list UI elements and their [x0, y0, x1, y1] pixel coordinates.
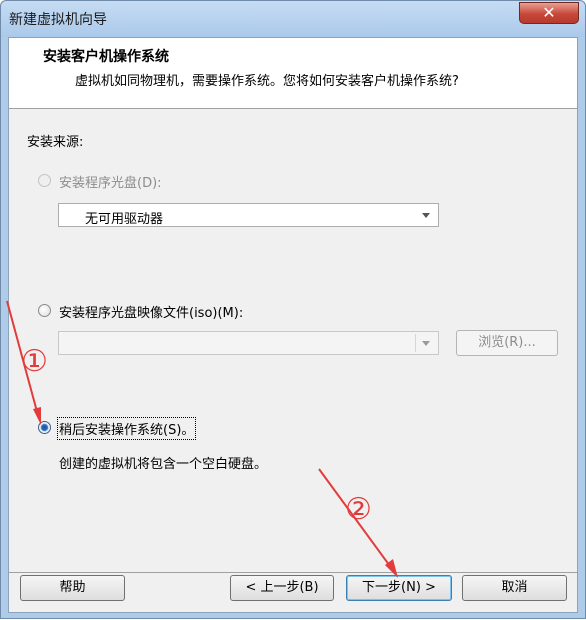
footer-divider	[9, 572, 577, 573]
wizard-header: 安装客户机操作系统 虚拟机如同物理机，需要操作系统。您将如何安装客户机操作系统?	[9, 38, 577, 109]
wizard-window: 新建虚拟机向导 ✕ 安装客户机操作系统 虚拟机如同物理机，需要操作系统。您将如何…	[0, 0, 586, 619]
install-later-note: 创建的虚拟机将包含一个空白硬盘。	[59, 457, 268, 472]
close-icon: ✕	[542, 3, 556, 22]
cancel-button[interactable]: 取消	[462, 575, 567, 601]
disc-radio[interactable]	[38, 174, 51, 187]
back-button[interactable]: < 上一步(B)	[230, 575, 334, 601]
combo-separator	[415, 334, 416, 352]
browse-button[interactable]: 浏览(R)...	[456, 330, 558, 356]
close-button[interactable]: ✕	[519, 2, 579, 24]
disc-drive-select[interactable]: 无可用驱动器	[58, 203, 439, 227]
install-later-radio[interactable]	[38, 421, 51, 434]
install-later-label: 稍后安装操作系统(S)。	[56, 417, 197, 440]
iso-radio[interactable]	[38, 304, 51, 317]
help-button[interactable]: 帮助	[20, 575, 125, 601]
page-subtitle: 虚拟机如同物理机，需要操作系统。您将如何安装客户机操作系统?	[75, 74, 459, 89]
install-source-label: 安装来源:	[27, 135, 84, 150]
next-button[interactable]: 下一步(N) >	[346, 575, 452, 601]
iso-path-select[interactable]	[58, 331, 439, 355]
disc-drive-value: 无可用驱动器	[85, 212, 164, 227]
disc-option-label: 安装程序光盘(D):	[59, 176, 162, 191]
annotation-marker-1: ①	[21, 344, 48, 379]
chevron-down-icon	[422, 341, 430, 346]
iso-option-label: 安装程序光盘映像文件(iso)(M):	[59, 306, 244, 321]
chevron-down-icon	[422, 213, 430, 218]
dialog-body: 安装客户机操作系统 虚拟机如同物理机，需要操作系统。您将如何安装客户机操作系统?…	[8, 37, 578, 613]
page-title: 安装客户机操作系统	[43, 49, 169, 65]
annotation-marker-2: ②	[345, 492, 372, 527]
window-title: 新建虚拟机向导	[9, 12, 107, 28]
title-bar: 新建虚拟机向导 ✕	[1, 1, 585, 37]
